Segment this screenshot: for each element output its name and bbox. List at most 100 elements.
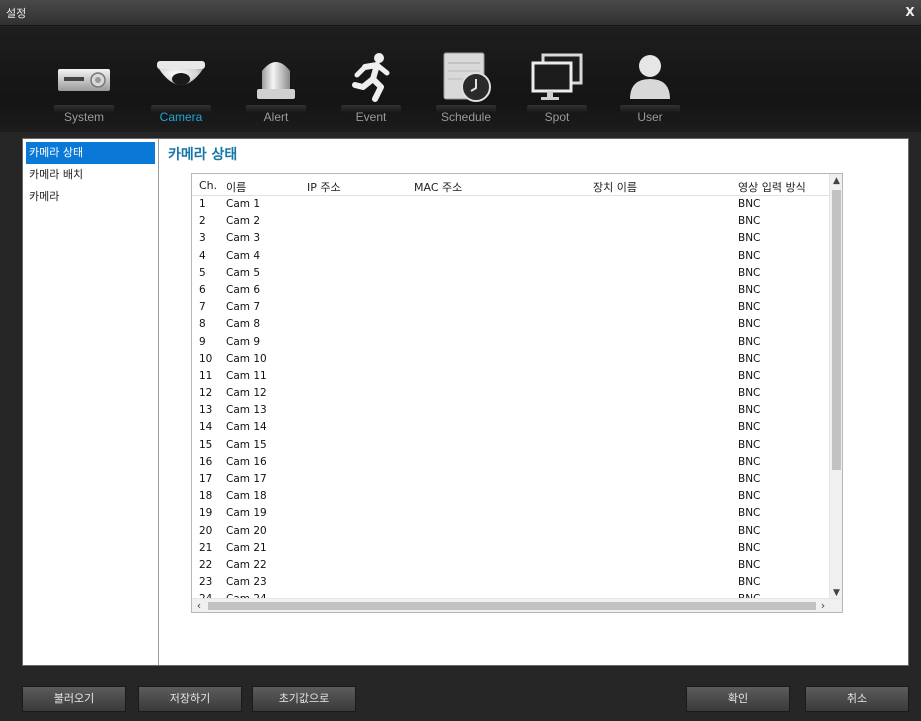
- sidebar-item-camera-status[interactable]: 카메라 상태: [26, 142, 155, 164]
- category-camera[interactable]: Camera: [131, 27, 231, 132]
- table-row[interactable]: 4 Cam 4 BNC: [192, 248, 831, 265]
- category-label: Event: [355, 110, 387, 124]
- table-row[interactable]: 14 Cam 14 BNC: [192, 419, 831, 436]
- vertical-scrollbar[interactable]: ▲ ▼: [829, 174, 842, 600]
- cell-name: Cam 19: [226, 507, 267, 520]
- table-row[interactable]: 6 Cam 6 BNC: [192, 282, 831, 299]
- cell-name: Cam 22: [226, 558, 267, 571]
- table-row[interactable]: 3 Cam 3 BNC: [192, 230, 831, 247]
- save-button[interactable]: 저장하기: [138, 686, 242, 712]
- load-button[interactable]: 불러오기: [22, 686, 126, 712]
- camera-status-table: Ch. 이름 IP 주소 MAC 주소 장치 이름 영상 입력 방식 1 Cam …: [191, 173, 843, 613]
- table-row[interactable]: 19 Cam 19 BNC: [192, 505, 831, 522]
- scroll-left-icon[interactable]: ‹: [192, 599, 206, 612]
- alarm-light-icon: [257, 62, 295, 99]
- cell-name: Cam 18: [226, 490, 267, 503]
- cell-input-type: BNC: [738, 490, 761, 503]
- cell-channel: 22: [199, 558, 213, 571]
- table-row[interactable]: 9 Cam 9 BNC: [192, 334, 831, 351]
- table-row[interactable]: 16 Cam 16 BNC: [192, 454, 831, 471]
- cell-name: Cam 2: [226, 215, 261, 228]
- cell-input-type: BNC: [738, 335, 761, 348]
- category-user[interactable]: User: [600, 27, 700, 132]
- vertical-scroll-thumb[interactable]: [832, 190, 841, 470]
- cell-name: Cam 20: [226, 524, 267, 537]
- cell-input-type: BNC: [738, 283, 761, 296]
- cell-channel: 4: [199, 249, 206, 262]
- table-row[interactable]: 2 Cam 2 BNC: [192, 213, 831, 230]
- table-row[interactable]: 1 Cam 1 BNC: [192, 196, 831, 213]
- column-header-ch[interactable]: Ch.: [199, 179, 217, 192]
- table-row[interactable]: 22 Cam 22 BNC: [192, 557, 831, 574]
- cell-channel: 7: [199, 301, 206, 314]
- cell-input-type: BNC: [738, 215, 761, 228]
- cell-channel: 14: [199, 421, 213, 434]
- column-header-name[interactable]: 이름: [226, 179, 246, 195]
- table-row[interactable]: 7 Cam 7 BNC: [192, 299, 831, 316]
- horizontal-scrollbar[interactable]: ‹ ›: [192, 598, 842, 612]
- table-row[interactable]: 13 Cam 13 BNC: [192, 402, 831, 419]
- window-title: 설정: [6, 7, 27, 20]
- cell-input-type: BNC: [738, 438, 761, 451]
- cell-input-type: BNC: [738, 369, 761, 382]
- cell-name: Cam 6: [226, 283, 261, 296]
- table-row[interactable]: 10 Cam 10 BNC: [192, 351, 831, 368]
- cell-channel: 17: [199, 473, 213, 485]
- column-header-mac[interactable]: MAC 주소: [414, 179, 462, 195]
- cell-input-type: BNC: [738, 473, 761, 485]
- close-button[interactable]: X: [903, 4, 917, 20]
- title-bar: 설정 X: [0, 0, 921, 26]
- column-header-device[interactable]: 장치 이름: [593, 179, 637, 195]
- cancel-button[interactable]: 취소: [805, 686, 909, 712]
- table-row[interactable]: 17 Cam 17 BNC: [192, 471, 831, 488]
- horizontal-scroll-thumb[interactable]: [208, 602, 816, 610]
- projector-icon: [58, 69, 110, 91]
- cell-input-type: BNC: [738, 301, 761, 314]
- table-row[interactable]: 5 Cam 5 BNC: [192, 265, 831, 282]
- sidebar-item-camera[interactable]: 카메라: [23, 186, 158, 208]
- table-row[interactable]: 15 Cam 15 BNC: [192, 437, 831, 454]
- sidebar-item-camera-layout[interactable]: 카메라 배치: [23, 164, 158, 186]
- table-row[interactable]: 8 Cam 8 BNC: [192, 316, 831, 333]
- cell-name: Cam 17: [226, 473, 267, 485]
- cell-input-type: BNC: [738, 232, 761, 245]
- category-spot[interactable]: Spot: [507, 27, 607, 132]
- cell-channel: 1: [199, 198, 206, 210]
- cell-name: Cam 21: [226, 541, 267, 554]
- cell-name: Cam 8: [226, 318, 261, 331]
- calendar-clock-icon: [443, 52, 491, 102]
- category-alert[interactable]: Alert: [226, 27, 326, 132]
- ok-button[interactable]: 확인: [686, 686, 790, 712]
- cell-name: Cam 11: [226, 369, 267, 382]
- table-row[interactable]: 23 Cam 23 BNC: [192, 574, 831, 591]
- cell-channel: 9: [199, 335, 206, 348]
- scroll-up-icon[interactable]: ▲: [830, 174, 842, 188]
- category-label: System: [63, 110, 104, 124]
- category-system[interactable]: System: [34, 27, 134, 132]
- cell-channel: 16: [199, 455, 213, 468]
- cell-channel: 12: [199, 387, 213, 400]
- cell-input-type: BNC: [738, 541, 761, 554]
- cell-input-type: BNC: [738, 558, 761, 571]
- table-row[interactable]: 18 Cam 18 BNC: [192, 488, 831, 505]
- cell-name: Cam 16: [226, 455, 267, 468]
- reset-defaults-button[interactable]: 초기값으로: [252, 686, 356, 712]
- table-row[interactable]: 12 Cam 12 BNC: [192, 385, 831, 402]
- main-content: 카메라 상태 Ch. 이름 IP 주소 MAC 주소 장치 이름 영상 입력 방…: [160, 139, 908, 665]
- cell-input-type: BNC: [738, 455, 761, 468]
- category-label: User: [637, 110, 663, 124]
- category-event[interactable]: Event: [321, 27, 421, 132]
- cell-input-type: BNC: [738, 387, 761, 400]
- column-header-ip[interactable]: IP 주소: [307, 179, 341, 195]
- table-row[interactable]: 21 Cam 21 BNC: [192, 540, 831, 557]
- cell-channel: 6: [199, 283, 206, 296]
- settings-window: 설정 X System Camera Alert Event Schedule …: [0, 0, 921, 721]
- column-header-input[interactable]: 영상 입력 방식: [738, 179, 806, 195]
- table-row[interactable]: 20 Cam 20 BNC: [192, 523, 831, 540]
- scroll-right-icon[interactable]: ›: [816, 599, 830, 612]
- category-schedule[interactable]: Schedule: [416, 27, 516, 132]
- cell-input-type: BNC: [738, 421, 761, 434]
- table-row[interactable]: 11 Cam 11 BNC: [192, 368, 831, 385]
- cell-input-type: BNC: [738, 524, 761, 537]
- cell-channel: 2: [199, 215, 206, 228]
